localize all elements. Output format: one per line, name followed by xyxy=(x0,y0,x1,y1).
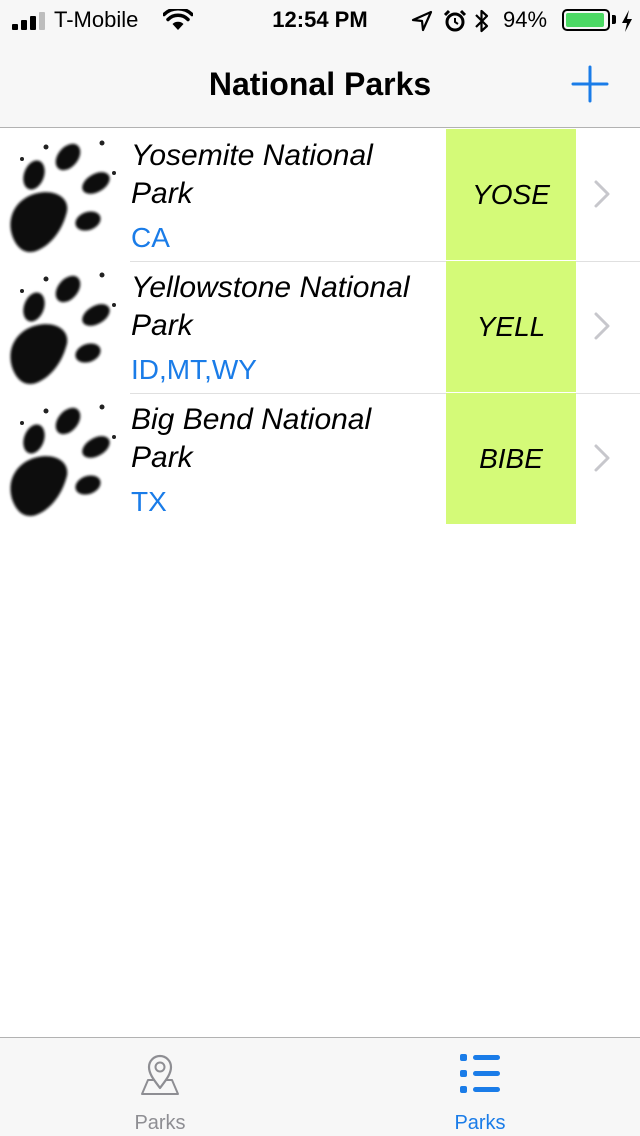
park-states: TX xyxy=(131,486,167,517)
tab-parks-list[interactable]: Parks xyxy=(400,1038,560,1136)
park-row-big-bend[interactable]: Big Bend National Park TX BIBE xyxy=(0,393,640,525)
battery-cap xyxy=(612,15,616,24)
park-name: Yosemite National Park xyxy=(131,139,373,210)
tab-parks-map[interactable]: Parks xyxy=(80,1038,240,1136)
battery-level-fill xyxy=(566,13,604,27)
paw-icon xyxy=(10,272,116,385)
chevron-right-icon xyxy=(594,180,610,208)
battery-icon xyxy=(562,9,610,31)
park-row-yellowstone[interactable]: Yellowstone National Park ID,MT,WY YELL xyxy=(0,261,640,393)
park-name: Big Bend National Park xyxy=(131,403,372,474)
alarm-icon xyxy=(443,9,467,32)
tab-label: Parks xyxy=(134,1112,186,1134)
bluetooth-icon xyxy=(475,9,489,33)
add-park-button[interactable] xyxy=(564,58,616,110)
paw-icon xyxy=(10,404,116,517)
park-states: ID,MT,WY xyxy=(131,354,257,385)
park-code: BIBE xyxy=(446,393,576,524)
list-icon xyxy=(460,1054,500,1093)
charging-icon xyxy=(622,10,632,32)
tab-label: Parks xyxy=(454,1112,506,1134)
page-title: National Parks xyxy=(208,66,432,102)
battery-percent: 94% xyxy=(503,7,548,32)
status-bar: T-Mobile 12:54 PM 94% xyxy=(0,0,640,40)
tab-bar: Parks Parks xyxy=(0,1037,640,1136)
park-name: Yellowstone National Park xyxy=(131,271,410,342)
chevron-right-icon xyxy=(594,444,610,472)
park-states: CA xyxy=(131,222,170,253)
park-list: Yosemite National Park CA YOSE Yellowsto… xyxy=(0,129,640,525)
park-code: YELL xyxy=(446,261,576,392)
chevron-right-icon xyxy=(594,312,610,340)
park-row-yosemite[interactable]: Yosemite National Park CA YOSE xyxy=(0,129,640,261)
navigation-bar: National Parks xyxy=(0,40,640,128)
paw-icon xyxy=(10,140,116,253)
location-icon xyxy=(411,10,433,32)
map-pin-icon xyxy=(141,1054,179,1095)
park-code: YOSE xyxy=(446,129,576,260)
